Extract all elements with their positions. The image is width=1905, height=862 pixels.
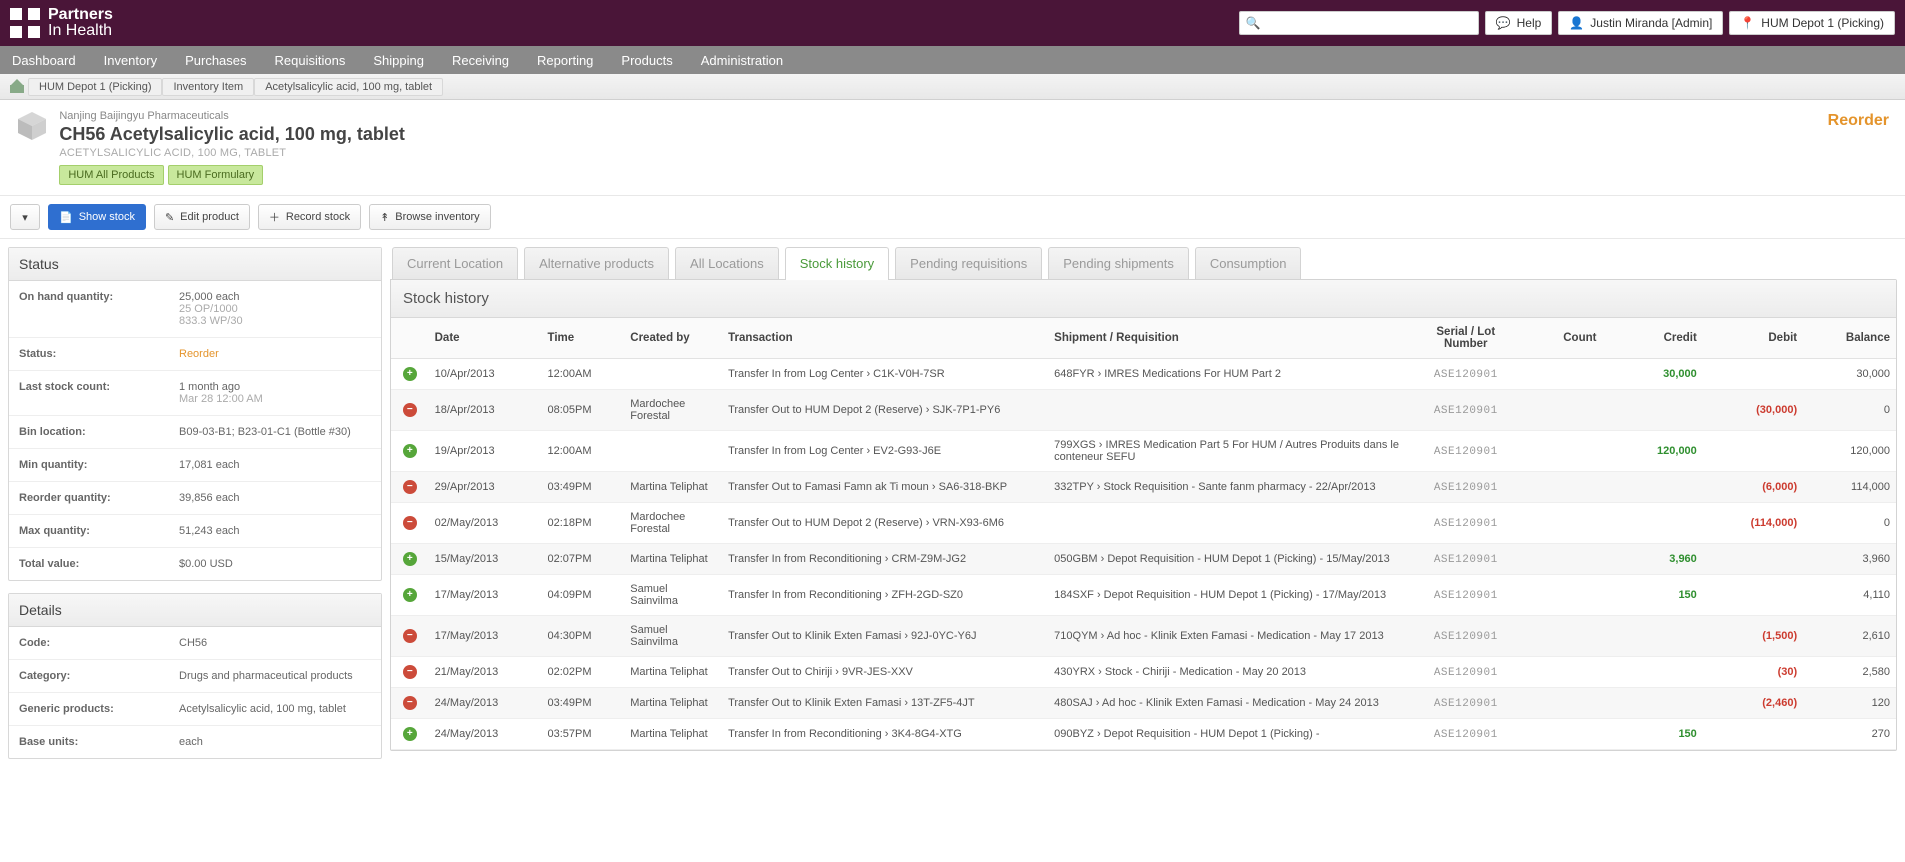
- tab-alternative-products[interactable]: Alternative products: [524, 247, 669, 279]
- product-tags: HUM All ProductsHUM Formulary: [59, 165, 405, 185]
- status-panel: Status On hand quantity: 25,000 each25 O…: [8, 247, 382, 581]
- nav-inventory[interactable]: Inventory: [104, 53, 157, 68]
- help-button[interactable]: 💬 Help: [1485, 11, 1553, 35]
- arrow-up-icon: ↟: [380, 211, 389, 224]
- table-row[interactable]: −17/May/201304:30PMSamuel SainvilmaTrans…: [391, 616, 1896, 657]
- nav-requisitions[interactable]: Requisitions: [275, 53, 346, 68]
- table-row[interactable]: +24/May/201303:57PMMartina TeliphatTrans…: [391, 719, 1896, 750]
- user-icon: 👤: [1569, 16, 1584, 30]
- global-search[interactable]: 🔍: [1239, 11, 1479, 35]
- breadcrumb-item[interactable]: Inventory Item: [162, 78, 254, 96]
- stock-history-table: Date Time Created by Transaction Shipmen…: [391, 318, 1896, 750]
- breadcrumb-item[interactable]: Acetylsalicylic acid, 100 mg, tablet: [254, 78, 443, 96]
- tab-consumption[interactable]: Consumption: [1195, 247, 1302, 279]
- tab-stock-history[interactable]: Stock history: [785, 247, 889, 279]
- stock-history-panel: Stock history Date Time Created by Trans…: [390, 279, 1897, 751]
- product-tag[interactable]: HUM All Products: [59, 165, 163, 185]
- breadcrumb-item[interactable]: HUM Depot 1 (Picking): [28, 78, 162, 96]
- edit-product-button[interactable]: ✎Edit product: [154, 204, 250, 230]
- tab-all-locations[interactable]: All Locations: [675, 247, 779, 279]
- transfer-out-icon: −: [403, 516, 417, 530]
- transfer-in-icon: +: [403, 367, 417, 381]
- product-header: Nanjing Baijingyu Pharmaceuticals CH56 A…: [0, 100, 1905, 196]
- logo-text-top: Partners: [48, 6, 113, 23]
- stock-history-title: Stock history: [391, 280, 1896, 318]
- table-row[interactable]: +17/May/201304:09PMSamuel SainvilmaTrans…: [391, 575, 1896, 616]
- tab-bar: Current LocationAlternative productsAll …: [390, 247, 1897, 279]
- nav-purchases[interactable]: Purchases: [185, 53, 246, 68]
- nav-administration[interactable]: Administration: [701, 53, 783, 68]
- manufacturer: Nanjing Baijingyu Pharmaceuticals: [59, 110, 405, 122]
- logo-text-bottom: In Health: [48, 22, 112, 39]
- show-stock-button[interactable]: 📄Show stock: [48, 204, 146, 230]
- home-icon[interactable]: [10, 81, 24, 93]
- plus-icon: ＋: [269, 209, 280, 225]
- breadcrumb: HUM Depot 1 (Picking)Inventory ItemAcety…: [0, 74, 1905, 100]
- location-menu[interactable]: 📍 HUM Depot 1 (Picking): [1729, 11, 1895, 35]
- details-panel-title: Details: [9, 594, 381, 627]
- tab-current-location[interactable]: Current Location: [392, 247, 518, 279]
- logo-text: Partners In Health: [48, 7, 113, 39]
- actions-dropdown[interactable]: ▾: [10, 204, 40, 230]
- transfer-out-icon: −: [403, 403, 417, 417]
- reorder-status-corner: Reorder: [1828, 112, 1889, 130]
- status-panel-title: Status: [9, 248, 381, 281]
- transfer-in-icon: +: [403, 444, 417, 458]
- table-row[interactable]: +10/Apr/201312:00AMTransfer In from Log …: [391, 359, 1896, 390]
- product-title: CH56 Acetylsalicylic acid, 100 mg, table…: [59, 124, 405, 145]
- tab-pending-requisitions[interactable]: Pending requisitions: [895, 247, 1042, 279]
- nav-reporting[interactable]: Reporting: [537, 53, 593, 68]
- transfer-in-icon: +: [403, 552, 417, 566]
- help-icon: 💬: [1496, 16, 1511, 30]
- user-label: Justin Miranda [Admin]: [1590, 16, 1712, 30]
- table-row[interactable]: −18/Apr/201308:05PMMardochee ForestalTra…: [391, 390, 1896, 431]
- location-label: HUM Depot 1 (Picking): [1761, 16, 1884, 30]
- table-row[interactable]: −21/May/201302:02PMMartina TeliphatTrans…: [391, 657, 1896, 688]
- product-generic: ACETYLSALICYLIC ACID, 100 MG, TABLET: [59, 147, 405, 159]
- search-input[interactable]: [1265, 16, 1472, 30]
- browse-inventory-button[interactable]: ↟Browse inventory: [369, 204, 491, 230]
- brand-bar: Partners In Health 🔍 💬 Help 👤 Justin Mir…: [0, 0, 1905, 46]
- transfer-in-icon: +: [403, 727, 417, 741]
- product-tag[interactable]: HUM Formulary: [168, 165, 264, 185]
- transfer-out-icon: −: [403, 696, 417, 710]
- logo-icon: [10, 8, 40, 38]
- transfer-in-icon: +: [403, 588, 417, 602]
- nav-dashboard[interactable]: Dashboard: [12, 53, 76, 68]
- table-row[interactable]: −29/Apr/201303:49PMMartina TeliphatTrans…: [391, 472, 1896, 503]
- record-stock-button[interactable]: ＋Record stock: [258, 204, 361, 230]
- status-value: Reorder: [179, 348, 219, 360]
- nav-products[interactable]: Products: [621, 53, 672, 68]
- table-row[interactable]: −24/May/201303:49PMMartina TeliphatTrans…: [391, 688, 1896, 719]
- location-icon: 📍: [1740, 16, 1755, 30]
- top-controls: 🔍 💬 Help 👤 Justin Miranda [Admin] 📍 HUM …: [1239, 11, 1895, 35]
- logo: Partners In Health: [10, 7, 113, 39]
- table-row[interactable]: +19/Apr/201312:00AMTransfer In from Log …: [391, 431, 1896, 472]
- action-bar: ▾ 📄Show stock ✎Edit product ＋Record stoc…: [0, 196, 1905, 239]
- transfer-out-icon: −: [403, 629, 417, 643]
- transfer-out-icon: −: [403, 480, 417, 494]
- table-row[interactable]: −02/May/201302:18PMMardochee ForestalTra…: [391, 503, 1896, 544]
- details-panel: Details Code:CH56 Category:Drugs and pha…: [8, 593, 382, 759]
- list-icon: 📄: [59, 211, 73, 224]
- table-row[interactable]: +15/May/201302:07PMMartina TeliphatTrans…: [391, 544, 1896, 575]
- nav-shipping[interactable]: Shipping: [373, 53, 424, 68]
- nav-receiving[interactable]: Receiving: [452, 53, 509, 68]
- chevron-down-icon: ▾: [22, 211, 28, 224]
- tab-pending-shipments[interactable]: Pending shipments: [1048, 247, 1189, 279]
- pencil-icon: ✎: [165, 211, 174, 224]
- transfer-out-icon: −: [403, 665, 417, 679]
- help-label: Help: [1517, 16, 1542, 30]
- product-cube-icon: [16, 110, 48, 142]
- user-menu[interactable]: 👤 Justin Miranda [Admin]: [1558, 11, 1723, 35]
- search-icon: 🔍: [1246, 16, 1261, 30]
- main-nav: Dashboard Inventory Purchases Requisitions S…: [0, 46, 1905, 74]
